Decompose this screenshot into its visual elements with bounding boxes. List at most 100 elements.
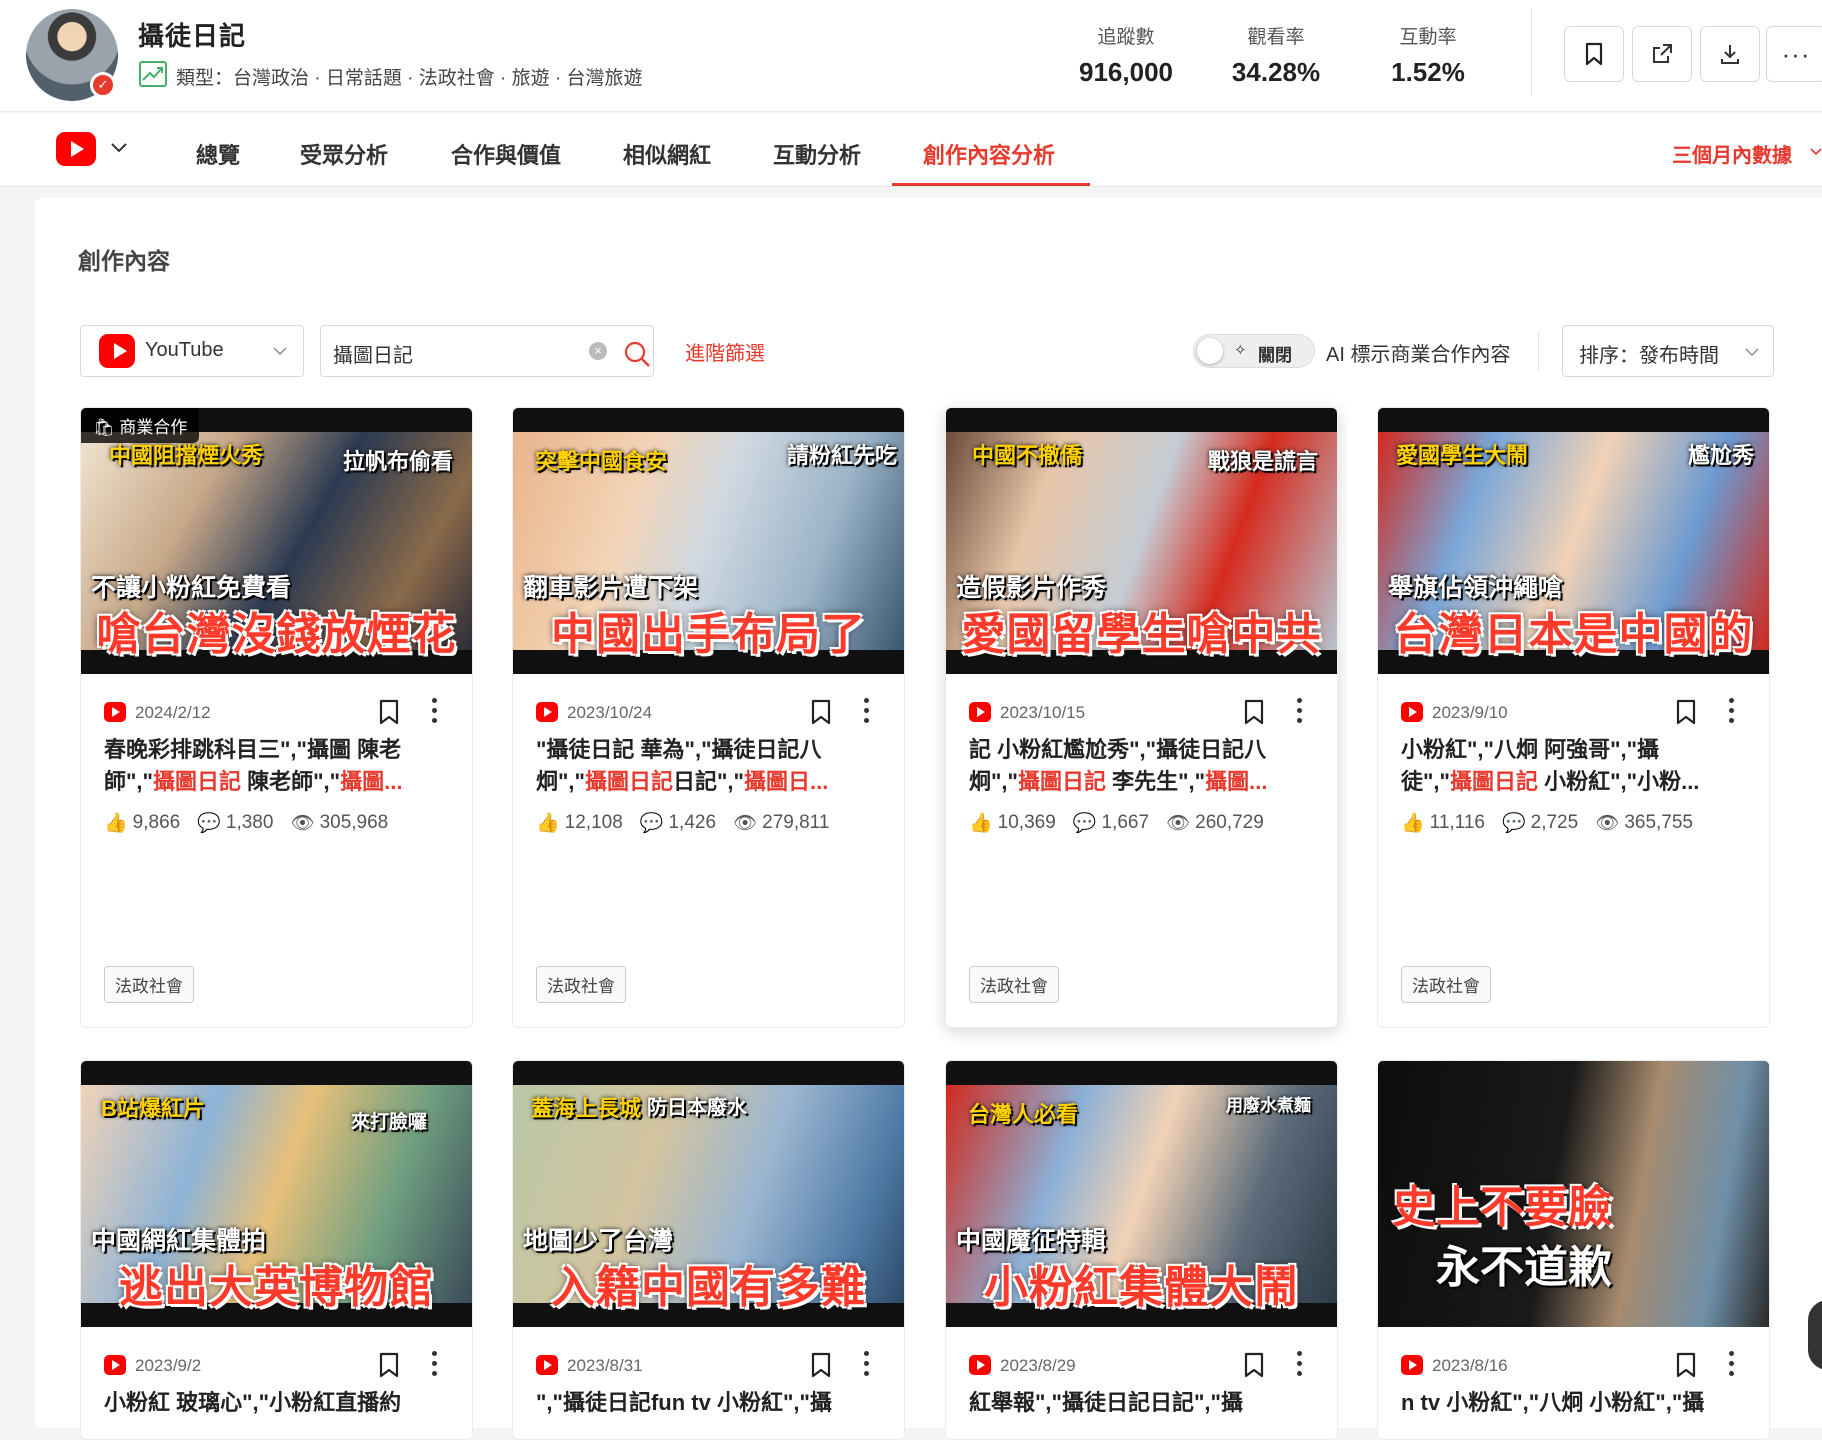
sort-select[interactable]: 排序：發布時間 — [1562, 325, 1774, 377]
more-icon[interactable] — [864, 698, 870, 728]
video-thumbnail[interactable]: 中國阻擋煙火秀 拉帆布偷看 不讓小粉紅免費看 嗆台灣沒錢放煙花 🛍 商業合作 — [81, 408, 472, 674]
comments-stat: 💬 1,426 — [640, 811, 716, 835]
title-highlight: 攝圖... — [340, 769, 403, 794]
bookmark-icon — [1585, 42, 1603, 66]
more-icon[interactable] — [432, 1351, 438, 1381]
chevron-down-icon — [273, 347, 287, 356]
thumb-text: 來打臉囉 — [351, 1112, 428, 1133]
views-stat: 👁 260,729 — [1166, 811, 1264, 835]
category-tag: 法政社會 — [104, 966, 194, 1003]
video-thumbnail[interactable]: 愛國學生大鬧 尷尬秀 舉旗佔領沖繩嗆 台灣日本是中國的 — [1378, 408, 1769, 674]
thumb-text: 尷尬秀 — [1688, 443, 1755, 468]
video-title[interactable]: 記 小粉紅尷尬秀","攝徒日記八 炯","攝圖日記 李先生","攝圖... — [946, 724, 1337, 806]
more-icon[interactable] — [432, 698, 438, 728]
more-icon[interactable] — [1729, 1351, 1735, 1381]
toggle-label: 關閉 — [1258, 346, 1292, 365]
eye-icon: 👁 — [1595, 813, 1620, 834]
eye-icon: 👁 — [290, 813, 315, 834]
bookmark-icon[interactable] — [1243, 699, 1265, 725]
bookmark-icon[interactable] — [810, 699, 832, 725]
thumb-text: 中國不撤僑 — [972, 443, 1083, 468]
platform-select[interactable]: YouTube — [80, 325, 304, 377]
video-title[interactable]: "攝徒日記 華為","攝徒日記八 炯","攝圖日記日記","攝圖日... — [513, 724, 904, 806]
video-thumbnail[interactable]: 突擊中國食安 請粉紅先吃 翻車影片遭下架 中國出手布局了 — [513, 408, 904, 674]
period-selector[interactable]: 三個月內數據 — [1672, 139, 1792, 168]
likes-stat: 👍 10,369 — [969, 811, 1056, 835]
tab-overview[interactable]: 總覽 — [196, 138, 240, 170]
download-button[interactable] — [1700, 26, 1760, 82]
more-icon[interactable] — [1729, 698, 1735, 728]
tab-similar-influencers[interactable]: 相似網紅 — [623, 138, 711, 170]
tab-collaboration[interactable]: 合作與價值 — [451, 138, 561, 170]
title-highlight: 攝圖日記 — [1017, 769, 1106, 794]
bookmark-icon[interactable] — [1243, 1352, 1265, 1378]
video-title[interactable]: 小粉紅 玻璃心","小粉紅直播約 — [81, 1377, 472, 1439]
video-card[interactable]: B站爆紅片 來打臉囉 中國網紅集體拍 逃出大英博物館 2023/9/2 小粉紅 … — [80, 1060, 473, 1440]
share-button[interactable] — [1632, 26, 1692, 82]
thumb-text: 請粉紅先吃 — [787, 443, 898, 468]
video-card[interactable]: 中國阻擋煙火秀 拉帆布偷看 不讓小粉紅免費看 嗆台灣沒錢放煙花 🛍 商業合作 2… — [80, 407, 473, 1028]
views-count: 279,811 — [762, 812, 830, 833]
youtube-icon — [536, 1355, 558, 1375]
tab-content-analysis[interactable]: 創作內容分析 — [923, 138, 1055, 170]
divider — [1531, 8, 1532, 96]
stat-label: 觀看率 — [1247, 27, 1305, 48]
bookmark-icon[interactable] — [378, 1352, 400, 1378]
stat-value: 916,000 — [1079, 57, 1173, 87]
thumbs-up-icon: 👍 — [969, 813, 993, 834]
video-card[interactable]: 中國不撤僑 戰狼是謊言 造假影片作秀 愛國留學生嗆中共 2023/10/15 記… — [945, 407, 1338, 1028]
bookmark-button[interactable] — [1564, 26, 1624, 82]
title-text: 李先生"," — [1106, 769, 1206, 794]
chevron-down-icon[interactable] — [1810, 147, 1822, 157]
video-title[interactable]: 紅舉報","攝徒日記日記","攝 — [946, 1377, 1337, 1439]
views-stat: 👁 305,968 — [290, 811, 388, 835]
more-icon[interactable] — [864, 1351, 870, 1381]
stat-value: 1.52% — [1391, 57, 1465, 87]
likes-stat: 👍 11,116 — [1401, 811, 1485, 835]
video-thumbnail[interactable]: 蓋海上長城 防日本廢水 地圖少了台灣 入籍中國有多難 — [513, 1061, 904, 1327]
bookmark-icon[interactable] — [810, 1352, 832, 1378]
video-title[interactable]: n tv 小粉紅","八炯 小粉紅","攝 — [1378, 1377, 1769, 1439]
advanced-filter-link[interactable]: 進階篩選 — [685, 337, 765, 366]
video-title[interactable]: 春晚彩排跳科目三","攝圖 陳老 師","攝圖日記 陳老師","攝圖... — [81, 724, 472, 806]
search-input[interactable]: 攝圖日記 × — [320, 325, 654, 377]
video-card[interactable]: 蓋海上長城 防日本廢水 地圖少了台灣 入籍中國有多難 2023/8/31 ","… — [512, 1060, 905, 1440]
title-text: 小粉紅 玻璃心","小粉紅直播約 — [104, 1390, 402, 1415]
video-thumbnail[interactable]: 台灣人必看 用廢水煮麵 中國魔征特輯 小粉紅集體大鬧 — [946, 1061, 1337, 1327]
video-card[interactable]: 突擊中國食安 請粉紅先吃 翻車影片遭下架 中國出手布局了 2023/10/24 … — [512, 407, 905, 1028]
title-text: 春晚彩排跳科目三","攝圖 陳老 — [104, 737, 402, 762]
video-title[interactable]: ","攝徒日記fun tv 小粉紅","攝 — [513, 1377, 904, 1439]
bookmark-icon[interactable] — [378, 699, 400, 725]
tab-engagement[interactable]: 互動分析 — [773, 138, 861, 170]
video-thumbnail[interactable]: 中國不撤僑 戰狼是謊言 造假影片作秀 愛國留學生嗆中共 — [946, 408, 1337, 674]
profile-type: 類型：台灣政治 · 日常話題 · 法政社會 · 旅遊 · 台灣旅遊 — [176, 68, 643, 89]
ai-toggle[interactable]: ✧ 關閉 — [1193, 334, 1315, 368]
chevron-down-icon[interactable] — [110, 141, 128, 155]
stat-label: 互動率 — [1399, 27, 1457, 48]
video-title[interactable]: 小粉紅","八炯 阿強哥","攝 徒","攝圖日記 小粉紅","小粉... — [1378, 724, 1769, 806]
clear-icon[interactable]: × — [589, 342, 607, 360]
title-text: 小粉紅","小粉... — [1538, 769, 1700, 794]
likes-count: 10,369 — [997, 812, 1056, 833]
publish-date: 2023/8/16 — [1432, 1356, 1508, 1375]
video-card[interactable]: 台灣人必看 用廢水煮麵 中國魔征特輯 小粉紅集體大鬧 2023/8/29 紅舉報… — [945, 1060, 1338, 1440]
ai-label: AI 標示商業合作內容 — [1326, 344, 1511, 366]
video-thumbnail[interactable]: 史上不要臉 永不道歉 — [1378, 1061, 1769, 1327]
youtube-logo-icon[interactable] — [56, 132, 96, 166]
more-button[interactable]: ··· — [1766, 26, 1822, 82]
floating-chat-button[interactable] — [1808, 1300, 1822, 1370]
more-icon[interactable] — [1297, 698, 1303, 728]
bookmark-icon[interactable] — [1675, 1352, 1697, 1378]
thumb-text: 戰狼是謊言 — [1208, 449, 1319, 474]
stat-view-rate: 觀看率 34.28% — [1226, 22, 1326, 88]
bookmark-icon[interactable] — [1675, 699, 1697, 725]
search-icon[interactable] — [623, 340, 651, 368]
video-card[interactable]: 史上不要臉 永不道歉 2023/8/16 n tv 小粉紅","八炯 小粉紅",… — [1377, 1060, 1770, 1440]
video-stats: 👍 11,116 💬 2,725 👁 365,755 — [1378, 806, 1769, 840]
more-icon[interactable] — [1297, 1351, 1303, 1381]
video-thumbnail[interactable]: B站爆紅片 來打臉囉 中國網紅集體拍 逃出大英博物館 — [81, 1061, 472, 1327]
publish-date: 2023/9/10 — [1432, 703, 1508, 722]
thumb-headline: 中國出手布局了 — [551, 610, 866, 659]
tab-audience[interactable]: 受眾分析 — [300, 138, 388, 170]
video-card[interactable]: 愛國學生大鬧 尷尬秀 舉旗佔領沖繩嗆 台灣日本是中國的 2023/9/10 小粉… — [1377, 407, 1770, 1028]
